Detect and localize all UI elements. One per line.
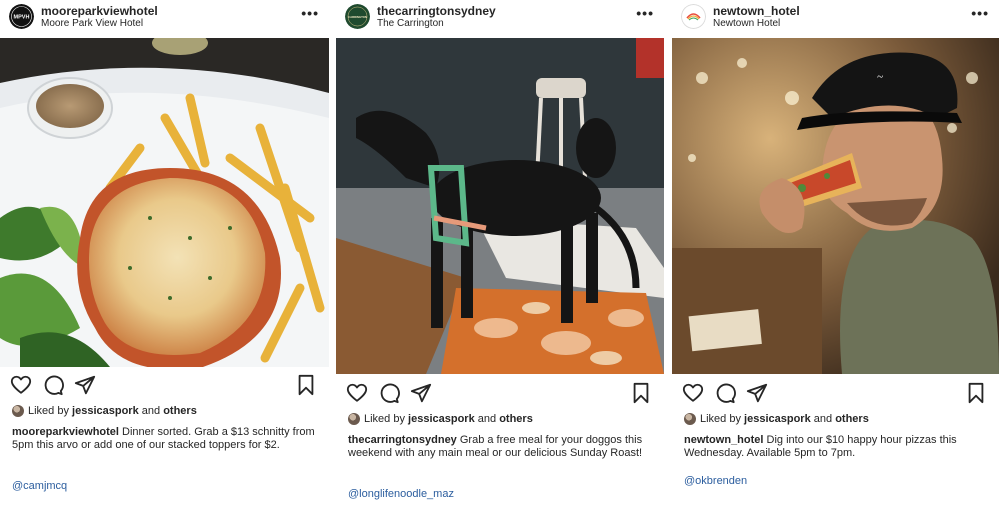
likes-prefix: Liked by: [28, 405, 69, 417]
more-options-icon[interactable]: •••: [301, 6, 319, 20]
liker-avatar: [348, 413, 360, 426]
post-caption: mooreparkviewhotel Dinner sorted. Grab a…: [12, 426, 319, 452]
comment-icon[interactable]: [714, 382, 736, 404]
post-caption: thecarringtonsydney Grab a free meal for…: [348, 434, 654, 460]
heart-icon[interactable]: [682, 382, 704, 404]
photo-credit-link[interactable]: @longlifenoodle_maz: [348, 488, 454, 500]
likes-summary[interactable]: Liked by jessicaspork and others: [12, 405, 321, 421]
post-photo[interactable]: ~: [672, 38, 999, 374]
liker-username[interactable]: jessicaspork: [72, 405, 139, 417]
caption-username[interactable]: mooreparkviewhotel: [12, 426, 119, 438]
photo-credit-link[interactable]: @camjmcq: [12, 480, 67, 492]
likes-and: and: [813, 413, 833, 425]
photo-credit-link[interactable]: @okbrenden: [684, 475, 747, 487]
username-link[interactable]: newtown_hotel: [713, 4, 800, 18]
likes-summary[interactable]: Liked by jessicaspork and others: [684, 413, 991, 429]
bookmark-icon[interactable]: [295, 374, 317, 396]
profile-avatar[interactable]: [681, 4, 706, 29]
likes-prefix: Liked by: [700, 413, 741, 425]
profile-avatar[interactable]: MPVH: [9, 4, 34, 29]
bookmark-icon[interactable]: [965, 382, 987, 404]
send-icon[interactable]: [74, 374, 96, 396]
avatar-logo-text: MPVH: [14, 15, 30, 21]
bookmark-icon[interactable]: [630, 382, 652, 404]
post-header: CARRINGTON thecarringtonsydney The Carri…: [336, 0, 664, 36]
heart-icon[interactable]: [346, 382, 368, 404]
post-photo[interactable]: [0, 38, 329, 367]
liker-username[interactable]: jessicaspork: [744, 413, 811, 425]
instagram-post-mooreparkviewhotel: MPVH mooreparkviewhotel Moore Park View …: [0, 0, 329, 508]
post-caption: newtown_hotel Dig into our $10 happy hou…: [684, 434, 989, 460]
post-header: newtown_hotel Newtown Hotel •••: [672, 0, 999, 36]
heart-icon[interactable]: [10, 374, 32, 396]
post-photo[interactable]: [336, 38, 664, 374]
username-link[interactable]: mooreparkviewhotel: [41, 4, 158, 18]
likes-others[interactable]: others: [163, 405, 197, 417]
caption-username[interactable]: thecarringtonsydney: [348, 434, 457, 446]
post-actions: [336, 382, 664, 406]
liker-username[interactable]: jessicaspork: [408, 413, 475, 425]
instagram-post-thecarringtonsydney: CARRINGTON thecarringtonsydney The Carri…: [336, 0, 664, 508]
location-link[interactable]: Moore Park View Hotel: [41, 18, 143, 29]
likes-and: and: [477, 413, 497, 425]
cap-logo: ~: [877, 71, 883, 83]
post-actions: [672, 382, 999, 406]
send-icon[interactable]: [410, 382, 432, 404]
instagram-post-newtown-hotel: newtown_hotel Newtown Hotel ••• ~ Liked …: [672, 0, 999, 508]
liker-avatar: [12, 405, 24, 418]
comment-icon[interactable]: [378, 382, 400, 404]
comment-icon[interactable]: [42, 374, 64, 396]
post-header: MPVH mooreparkviewhotel Moore Park View …: [0, 0, 329, 36]
likes-prefix: Liked by: [364, 413, 405, 425]
liker-avatar: [684, 413, 696, 426]
post-actions: [0, 374, 329, 398]
username-link[interactable]: thecarringtonsydney: [377, 4, 496, 18]
more-options-icon[interactable]: •••: [636, 6, 654, 20]
caption-username[interactable]: newtown_hotel: [684, 434, 763, 446]
likes-others[interactable]: others: [835, 413, 869, 425]
more-options-icon[interactable]: •••: [971, 6, 989, 20]
likes-summary[interactable]: Liked by jessicaspork and others: [348, 413, 656, 429]
likes-and: and: [141, 405, 161, 417]
send-icon[interactable]: [746, 382, 768, 404]
location-link[interactable]: The Carrington: [377, 18, 444, 29]
likes-others[interactable]: others: [499, 413, 533, 425]
location-link[interactable]: Newtown Hotel: [713, 18, 780, 29]
avatar-logo-text: CARRINGTON: [348, 15, 367, 19]
profile-avatar[interactable]: CARRINGTON: [345, 4, 370, 29]
